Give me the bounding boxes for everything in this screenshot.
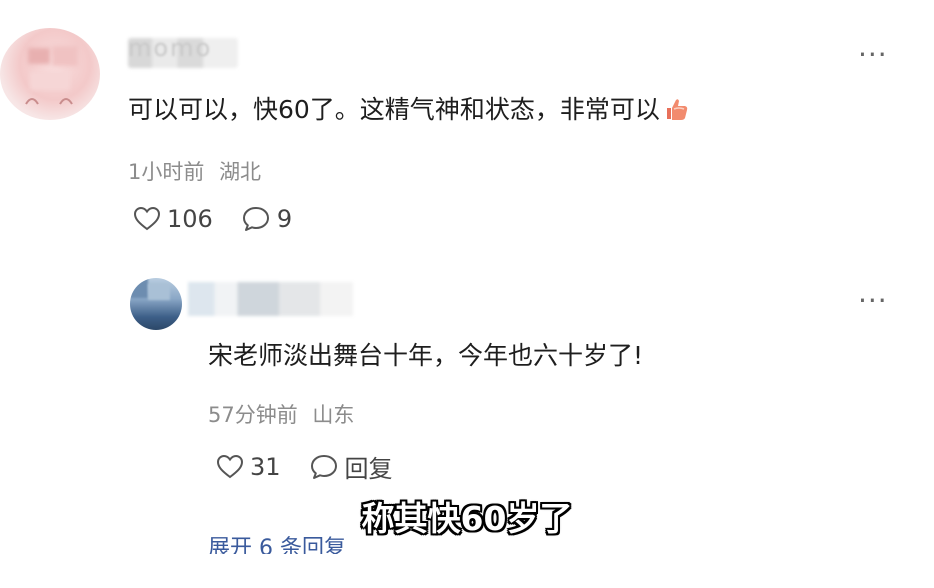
like-count: 106 — [167, 205, 213, 233]
comment-bubble-icon — [242, 207, 269, 231]
like-count: 31 — [250, 452, 281, 481]
more-options-icon[interactable]: ··· — [858, 284, 888, 317]
heart-icon — [216, 454, 244, 478]
more-options-icon[interactable]: ··· — [858, 38, 888, 71]
username[interactable]: momo — [128, 34, 212, 62]
comment-bubble-icon — [310, 454, 337, 479]
avatar[interactable] — [130, 278, 182, 330]
timestamp: 57分钟前 — [208, 403, 298, 427]
username-blurred — [188, 282, 353, 316]
timestamp: 1小时前 — [128, 160, 205, 184]
thumbs-up-icon — [666, 99, 688, 120]
comment-meta: 57分钟前 山东 — [208, 399, 354, 429]
like-button[interactable]: 31 — [216, 453, 281, 481]
reply-button[interactable]: 回复 — [309, 449, 393, 484]
location: 湖北 — [219, 160, 262, 184]
comment-body: 宋老师淡出舞台十年，今年也六十岁了! — [208, 341, 644, 370]
comment-actions: 106 9 — [133, 205, 292, 233]
reply-button[interactable]: 9 — [241, 205, 292, 233]
location: 山东 — [312, 403, 355, 427]
comment-actions: 31 回复 — [216, 449, 393, 484]
heart-icon — [133, 206, 161, 231]
comment-body: 可以可以，快60了。这精气神和状态，非常可以 — [128, 95, 660, 124]
comment-meta: 1小时前 湖北 — [128, 156, 261, 186]
like-button[interactable]: 106 — [133, 205, 213, 233]
video-subtitle: 称其快60岁了 — [361, 499, 573, 538]
reply-count: 9 — [276, 205, 293, 233]
comment-text: 可以可以，快60了。这精气神和状态，非常可以 — [128, 90, 690, 126]
avatar[interactable] — [0, 28, 100, 120]
reply-label: 回复 — [344, 455, 393, 483]
